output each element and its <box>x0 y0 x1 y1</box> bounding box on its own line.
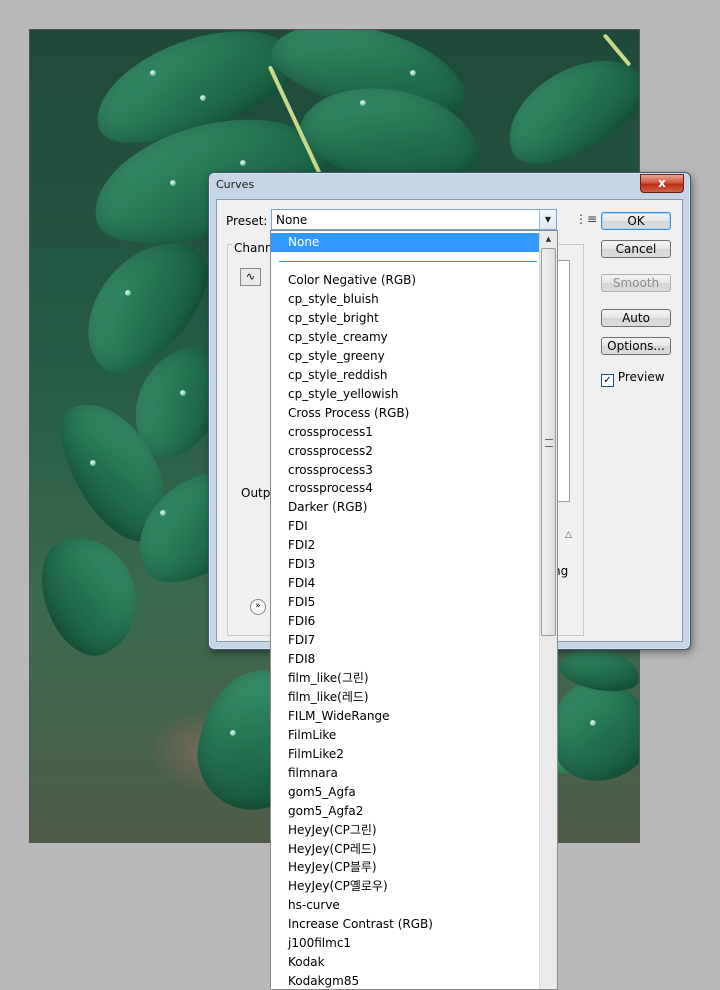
chevron-down-icon[interactable]: ▼ <box>539 210 556 229</box>
preview-checkbox[interactable]: ✓ Preview <box>601 370 665 387</box>
scroll-up-icon[interactable]: ▲ <box>540 231 557 247</box>
dropdown-item[interactable]: crossprocess2 <box>271 442 539 461</box>
dropdown-item[interactable]: crossprocess4 <box>271 479 539 498</box>
preset-value: None <box>276 213 308 227</box>
output-label: Outp <box>241 486 271 500</box>
dropdown-item[interactable]: film_like(레드) <box>271 688 539 707</box>
auto-button[interactable]: Auto <box>601 309 671 327</box>
slider-triangle-icon[interactable]: △ <box>565 530 572 540</box>
preset-dropdown-list[interactable]: None Color Negative (RGB) cp_style_bluish… <box>270 230 558 990</box>
dropdown-item[interactable]: gom5_Agfa2 <box>271 802 539 821</box>
dropdown-item[interactable]: cp_style_yellowish <box>271 385 539 404</box>
options-button[interactable]: Options... <box>601 337 671 355</box>
curve-icon[interactable]: ∿ <box>240 268 261 286</box>
dropdown-item[interactable]: FilmLike <box>271 726 539 745</box>
dropdown-separator <box>279 261 537 262</box>
dropdown-item[interactable]: FDI4 <box>271 574 539 593</box>
dropdown-item[interactable]: film_like(그린) <box>271 669 539 688</box>
dropdown-item[interactable]: j100filmc1 <box>271 934 539 953</box>
dropdown-item[interactable]: FDI6 <box>271 612 539 631</box>
dropdown-item[interactable]: filmnara <box>271 764 539 783</box>
preset-label: Preset: <box>226 214 268 228</box>
dropdown-item[interactable]: HeyJey(CP옐로우) <box>271 877 539 896</box>
close-icon: x <box>658 176 666 190</box>
dropdown-item[interactable]: Color Negative (RGB) <box>271 271 539 290</box>
dropdown-item[interactable]: Cross Process (RGB) <box>271 404 539 423</box>
dropdown-item[interactable]: Increase Contrast (RGB) <box>271 915 539 934</box>
cancel-button[interactable]: Cancel <box>601 240 671 258</box>
grip-icon <box>545 439 553 447</box>
scrollbar-thumb[interactable] <box>541 248 556 636</box>
channel-label: Chann <box>232 241 275 255</box>
dropdown-item[interactable]: FDI8 <box>271 650 539 669</box>
expand-options-icon[interactable]: » <box>250 599 266 615</box>
dropdown-item[interactable]: hs-curve <box>271 896 539 915</box>
dropdown-item[interactable]: Kodakgm85 <box>271 972 539 989</box>
dropdown-item[interactable]: FDI5 <box>271 593 539 612</box>
title-bar[interactable]: Curves x <box>209 173 690 195</box>
close-button[interactable]: x <box>640 174 684 193</box>
smooth-button[interactable]: Smooth <box>601 274 671 292</box>
dropdown-item[interactable]: crossprocess1 <box>271 423 539 442</box>
dropdown-item[interactable]: cp_style_reddish <box>271 366 539 385</box>
dropdown-item[interactable]: cp_style_creamy <box>271 328 539 347</box>
preset-options-icon[interactable]: ⋮≡ <box>575 212 597 226</box>
dropdown-item[interactable]: FDI3 <box>271 555 539 574</box>
dropdown-item[interactable]: gom5_Agfa <box>271 783 539 802</box>
preset-select[interactable]: None ▼ <box>271 209 557 230</box>
curve-graph[interactable] <box>557 260 570 502</box>
dropdown-item[interactable]: cp_style_bluish <box>271 290 539 309</box>
dropdown-item[interactable]: cp_style_bright <box>271 309 539 328</box>
dropdown-item[interactable]: Darker (RGB) <box>271 498 539 517</box>
dropdown-item-selected[interactable]: None <box>271 233 539 252</box>
dropdown-item[interactable]: HeyJey(CP블루) <box>271 858 539 877</box>
dropdown-item[interactable]: FDI7 <box>271 631 539 650</box>
dropdown-item[interactable]: HeyJey(CP레드) <box>271 840 539 859</box>
dropdown-item[interactable]: crossprocess3 <box>271 461 539 480</box>
dropdown-item[interactable]: FILM_WideRange <box>271 707 539 726</box>
preview-label: Preview <box>617 370 665 384</box>
dropdown-scrollbar[interactable]: ▲ <box>539 231 557 989</box>
dropdown-item[interactable]: FDI <box>271 517 539 536</box>
dialog-title: Curves <box>216 178 255 191</box>
ok-button[interactable]: OK <box>601 212 671 230</box>
checkmark-icon[interactable]: ✓ <box>601 374 614 387</box>
dropdown-item[interactable]: FilmLike2 <box>271 745 539 764</box>
dropdown-item[interactable]: cp_style_greeny <box>271 347 539 366</box>
dropdown-item[interactable]: HeyJey(CP그린) <box>271 821 539 840</box>
dropdown-item[interactable]: Kodak <box>271 953 539 972</box>
dropdown-item[interactable]: FDI2 <box>271 536 539 555</box>
